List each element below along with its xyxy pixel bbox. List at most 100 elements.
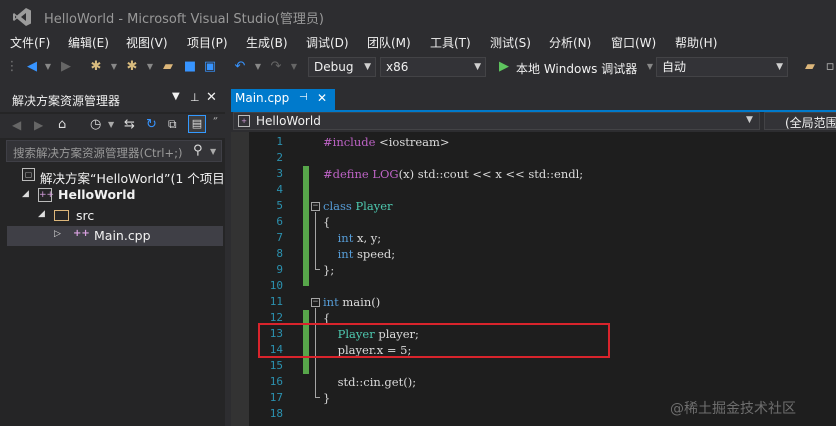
undo-icon[interactable]: ↶ xyxy=(232,59,248,75)
undo-dropdown-icon[interactable]: ▼ xyxy=(250,59,266,75)
code-editor[interactable]: 1 2 3 4 5 6 7 8 9 10 11 12 13 14 15 16 1… xyxy=(231,132,836,426)
new-project-icon[interactable]: ✱ xyxy=(88,59,104,75)
menu-analyze[interactable]: 分析(N) xyxy=(549,34,591,51)
configuration-value: Debug xyxy=(314,60,354,74)
expanded-arrow-icon[interactable]: ◢ xyxy=(38,209,45,219)
line-number: 7 xyxy=(276,231,283,244)
code-line-3: #define LOG(x) std::cout << x << std::en… xyxy=(323,167,584,181)
redo-icon[interactable]: ↷ xyxy=(268,59,284,75)
find-in-files-icon[interactable]: ▰ xyxy=(802,59,818,75)
project-icon: + xyxy=(238,115,250,127)
solution-search-input[interactable]: 搜索解决方案资源管理器(Ctrl+;) ⚲ ▼ xyxy=(6,140,222,162)
tree-item-main-cpp[interactable]: ▷ ++ Main.cpp xyxy=(7,226,223,246)
back-icon[interactable]: ◀ xyxy=(24,59,40,75)
refresh-icon[interactable]: ↻ xyxy=(146,117,157,132)
cpp-file-icon: ++ xyxy=(73,228,90,239)
pin-icon[interactable]: ⊣ xyxy=(299,92,308,103)
pin-icon[interactable]: ⊥ xyxy=(190,91,200,104)
line-number: 18 xyxy=(269,407,283,420)
add-item-icon[interactable]: ✱ xyxy=(124,59,140,75)
tree-item-src-folder[interactable]: ◢ src xyxy=(0,206,225,226)
tab-main-cpp[interactable]: Main.cpp ⊣ ✕ xyxy=(231,89,335,110)
menu-help[interactable]: 帮助(H) xyxy=(675,34,717,51)
chevron-down-icon: ▼ xyxy=(474,62,481,72)
folder-icon xyxy=(54,210,69,221)
search-options-icon[interactable]: ▼ xyxy=(210,147,216,156)
code-line-7: int x, y; xyxy=(337,231,382,245)
toolbar-overflow-icon[interactable]: ˝ xyxy=(212,116,218,130)
menu-debug[interactable]: 调试(D) xyxy=(306,34,349,51)
line-number: 9 xyxy=(276,263,283,276)
project-icon: ++ xyxy=(38,188,55,202)
save-icon[interactable]: ■ xyxy=(182,59,198,75)
redo-dropdown-icon[interactable]: ▼ xyxy=(286,59,302,75)
menu-test[interactable]: 测试(S) xyxy=(490,34,531,51)
project-scope-select[interactable]: + HelloWorld ▼ xyxy=(233,112,760,130)
tree-item-solution[interactable]: ▢ 解决方案“HelloWorld”(1 个项目) xyxy=(0,166,230,186)
line-number: 11 xyxy=(269,295,283,308)
panel-options-icon[interactable]: ▼ xyxy=(172,91,180,102)
solution-explorer-header: 解决方案资源管理器 ▼ ⊥ ✕ xyxy=(0,88,225,112)
solution-icon: ▢ xyxy=(22,168,35,181)
tree-item-project[interactable]: ◢ ++ HelloWorld xyxy=(0,186,225,206)
open-file-icon[interactable]: ▰ xyxy=(160,59,176,75)
line-number: 10 xyxy=(269,279,283,292)
code-line-5: class Player xyxy=(323,199,393,213)
toolbar-overflow-icon[interactable]: ▫ xyxy=(822,59,836,75)
back-icon[interactable]: ◀ xyxy=(12,118,21,132)
watermark: @稀土掘金技术社区 xyxy=(670,401,796,417)
window-title: HelloWorld - Microsoft Visual Studio(管理员… xyxy=(44,12,324,27)
close-icon[interactable]: ✕ xyxy=(206,90,217,105)
chevron-down-icon: ▼ xyxy=(364,62,371,72)
back-dropdown-icon[interactable]: ▼ xyxy=(40,59,56,75)
show-all-files-icon[interactable]: ▤ xyxy=(188,115,206,133)
line-number: 16 xyxy=(269,375,283,388)
configuration-select[interactable]: Debug ▼ xyxy=(308,57,376,77)
solution-config-select[interactable]: 自动 ▼ xyxy=(656,57,788,77)
forward-icon[interactable]: ▶ xyxy=(58,59,74,75)
line-number: 4 xyxy=(276,183,283,196)
code-line-16: std::cin.get(); xyxy=(323,375,417,389)
change-indicator xyxy=(303,166,309,286)
collapse-all-icon[interactable]: ⧉ xyxy=(168,117,177,132)
menu-team[interactable]: 团队(M) xyxy=(367,34,411,51)
menu-edit[interactable]: 编辑(E) xyxy=(68,34,109,51)
annotation-highlight-box xyxy=(258,323,610,358)
menu-build[interactable]: 生成(B) xyxy=(246,34,288,51)
history-icon[interactable]: ◷ xyxy=(90,117,101,132)
sync-icon[interactable]: ⇆ xyxy=(124,117,135,132)
collapsed-arrow-icon[interactable]: ▷ xyxy=(54,229,61,239)
line-number: 2 xyxy=(276,151,283,164)
save-all-icon[interactable]: ▣ xyxy=(202,59,218,75)
menu-view[interactable]: 视图(V) xyxy=(126,34,168,51)
search-placeholder: 搜索解决方案资源管理器(Ctrl+;) xyxy=(13,146,183,160)
menu-tools[interactable]: 工具(T) xyxy=(430,34,471,51)
expanded-arrow-icon[interactable]: ◢ xyxy=(22,189,29,199)
global-scope-select[interactable]: (全局范围 xyxy=(764,112,836,130)
outline-guide-end xyxy=(315,269,320,270)
code-line-17: } xyxy=(323,391,331,405)
tree-item-label: 解决方案“HelloWorld”(1 个项目) xyxy=(40,171,230,186)
menu-window[interactable]: 窗口(W) xyxy=(611,34,656,51)
start-debug-icon[interactable]: ▶ xyxy=(496,59,512,75)
search-icon[interactable]: ⚲ xyxy=(193,143,203,158)
chevron-down-icon: ▼ xyxy=(776,62,783,72)
add-item-dropdown-icon[interactable]: ▼ xyxy=(142,59,158,75)
forward-icon[interactable]: ▶ xyxy=(34,118,43,132)
new-project-dropdown-icon[interactable]: ▼ xyxy=(106,59,122,75)
line-number: 3 xyxy=(276,167,283,180)
line-number: 15 xyxy=(269,359,283,372)
menu-file[interactable]: 文件(F) xyxy=(10,34,50,51)
outline-guide-end xyxy=(315,397,320,398)
history-dropdown-icon[interactable]: ▼ xyxy=(108,120,114,129)
collapse-region-icon[interactable]: − xyxy=(311,202,320,211)
start-debug-label[interactable]: 本地 Windows 调试器 xyxy=(516,60,637,77)
menu-project[interactable]: 项目(P) xyxy=(187,34,228,51)
platform-select[interactable]: x86 ▼ xyxy=(380,57,486,77)
collapse-region-icon[interactable]: − xyxy=(311,298,320,307)
close-icon[interactable]: ✕ xyxy=(317,91,327,105)
tab-label: Main.cpp xyxy=(235,91,290,105)
platform-value: x86 xyxy=(386,60,409,74)
home-icon[interactable]: ⌂ xyxy=(58,117,66,132)
menu-bar: 文件(F) 编辑(E) 视图(V) 项目(P) 生成(B) 调试(D) 团队(M… xyxy=(0,32,836,52)
